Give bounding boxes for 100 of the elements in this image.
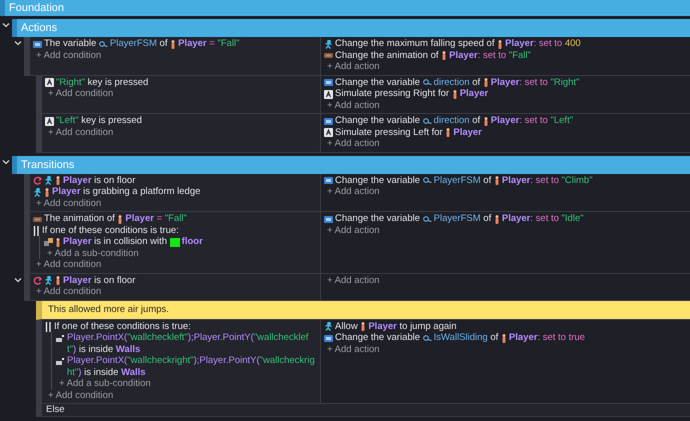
variable-icon — [33, 40, 42, 48]
add-action-link[interactable]: + Add action — [324, 274, 380, 286]
condition-text: The variable — [44, 38, 98, 50]
condition-text: The animation of — [44, 213, 116, 224]
runner-icon — [33, 188, 42, 196]
variable-icon — [324, 176, 333, 185]
film-icon — [33, 214, 42, 224]
add-action-link[interactable]: + Add action — [324, 138, 380, 150]
action-text: Player: set to "Climb" — [502, 174, 593, 186]
condition-text: Player.PointX("wallcheckleft");Player.PointY("wallcheckleft") is inside Walls — [67, 332, 310, 355]
else-label: Else — [46, 404, 64, 415]
action-text: Player: set to "Idle" — [502, 213, 584, 224]
condition-text: PlayerFSM of — [110, 38, 168, 50]
action-text: Change the variable — [335, 76, 422, 88]
action-text: Player: set to 400 — [505, 38, 581, 50]
action-text: Change the variable — [335, 213, 422, 224]
chevron-icon[interactable] — [14, 40, 22, 46]
figure-icon — [44, 188, 50, 196]
add-subcondition-link[interactable]: + Add a sub-condition — [44, 248, 139, 259]
figure-icon — [117, 214, 124, 224]
figure-icon — [55, 176, 61, 185]
action-text: Player: set to true — [508, 332, 585, 344]
condition-text: Player is on floor — [63, 174, 136, 186]
action-text: Player: set to "Left" — [490, 115, 574, 126]
drag-handle[interactable] — [36, 76, 42, 113]
runner-icon — [44, 176, 53, 185]
action-text: PlayerFSM of — [434, 174, 492, 186]
action-text: Player: set to "Right" — [490, 76, 580, 88]
figure-icon — [55, 276, 61, 285]
drag-handle[interactable] — [24, 37, 30, 74]
action-text: Player — [453, 126, 482, 138]
condition-text: "Right" key is pressed — [56, 76, 148, 88]
chevron-icon[interactable] — [2, 158, 10, 164]
drag-handle[interactable] — [36, 404, 42, 416]
variable-icon — [324, 334, 333, 342]
figure-icon — [497, 40, 504, 48]
add-action-link[interactable]: + Add action — [324, 61, 380, 72]
add-condition-link[interactable]: + Add condition — [33, 198, 102, 209]
figure-icon — [441, 51, 448, 60]
add-condition-link[interactable]: + Add condition — [45, 126, 114, 138]
chevron-icon[interactable] — [14, 276, 22, 282]
figure-icon — [360, 322, 366, 331]
action-text: Change the animation of — [335, 50, 440, 61]
key-icon — [45, 78, 54, 87]
add-condition-link[interactable]: + Add condition — [45, 390, 114, 401]
figure-icon — [55, 238, 61, 246]
add-condition-link[interactable]: + Add condition — [33, 286, 102, 298]
variable-icon — [324, 78, 333, 87]
drag-handle[interactable] — [24, 174, 30, 211]
condition-text: Player.PointX("wallcheckright");Player.PointY("wallcheckright") is inside Walls — [67, 355, 316, 378]
comment[interactable]: This allowed more air jumps. — [36, 300, 690, 320]
or-icon — [33, 226, 40, 236]
action-text: Change the variable — [335, 174, 422, 186]
action-text: Change the maximum falling speed of — [335, 38, 496, 50]
drag-handle[interactable] — [36, 320, 42, 403]
action-text: PlayerFSM of — [434, 213, 492, 224]
figure-icon — [452, 90, 458, 98]
figure-icon — [170, 40, 176, 48]
chevron-icon[interactable] — [2, 22, 10, 28]
add-action-link[interactable]: + Add action — [324, 186, 380, 198]
action-text: Player — [460, 88, 488, 100]
add-action-link[interactable]: + Add action — [324, 224, 380, 236]
drag-handle[interactable] — [36, 114, 42, 152]
add-condition-link[interactable]: + Add condition — [33, 50, 102, 61]
figure-icon — [445, 128, 452, 137]
action-text: IsWallSliding of — [434, 332, 500, 344]
drag-handle[interactable] — [24, 274, 30, 300]
action-text: direction of — [434, 76, 482, 88]
action-text: direction of — [434, 115, 482, 126]
key-icon — [45, 116, 54, 126]
action-text: Player: set to "Fall" — [449, 50, 531, 61]
variable-icon — [324, 116, 333, 126]
key-icon — [324, 90, 333, 98]
action-text: Simulate pressing Left for — [335, 126, 444, 138]
condition-text: If one of these conditions is true: — [54, 320, 191, 332]
condition-text: Player = "Fall" — [178, 38, 240, 50]
condition-text: Player is in collision with — [63, 236, 168, 248]
action-text: Allow — [335, 320, 359, 332]
figure-icon — [500, 334, 507, 342]
action-text: Player to jump again — [368, 320, 457, 332]
sprite-icon — [170, 238, 180, 246]
figure-icon — [482, 116, 489, 126]
condition-text: Player is on floor — [63, 274, 136, 286]
add-condition-link[interactable]: + Add condition — [33, 259, 102, 270]
add-action-link[interactable]: + Add action — [324, 100, 380, 111]
add-action-link[interactable]: + Add action — [324, 344, 380, 355]
add-condition-link[interactable]: + Add condition — [45, 88, 114, 100]
runner-icon — [324, 40, 333, 48]
film-icon — [324, 51, 333, 60]
action-text: Change the variable — [335, 332, 422, 344]
variable-icon — [324, 214, 333, 224]
point-icon — [56, 334, 65, 342]
figure-icon — [494, 176, 500, 185]
condition-text: If one of these conditions is true: — [42, 224, 179, 236]
condition-text: floor — [182, 236, 203, 248]
condition-text: Player is grabbing a platform ledge — [52, 186, 200, 198]
runner-icon — [44, 276, 53, 285]
action-text: Simulate pressing Right for — [335, 88, 450, 100]
add-subcondition-link[interactable]: + Add a sub-condition — [56, 378, 151, 390]
action-text: Change the variable — [335, 115, 422, 126]
